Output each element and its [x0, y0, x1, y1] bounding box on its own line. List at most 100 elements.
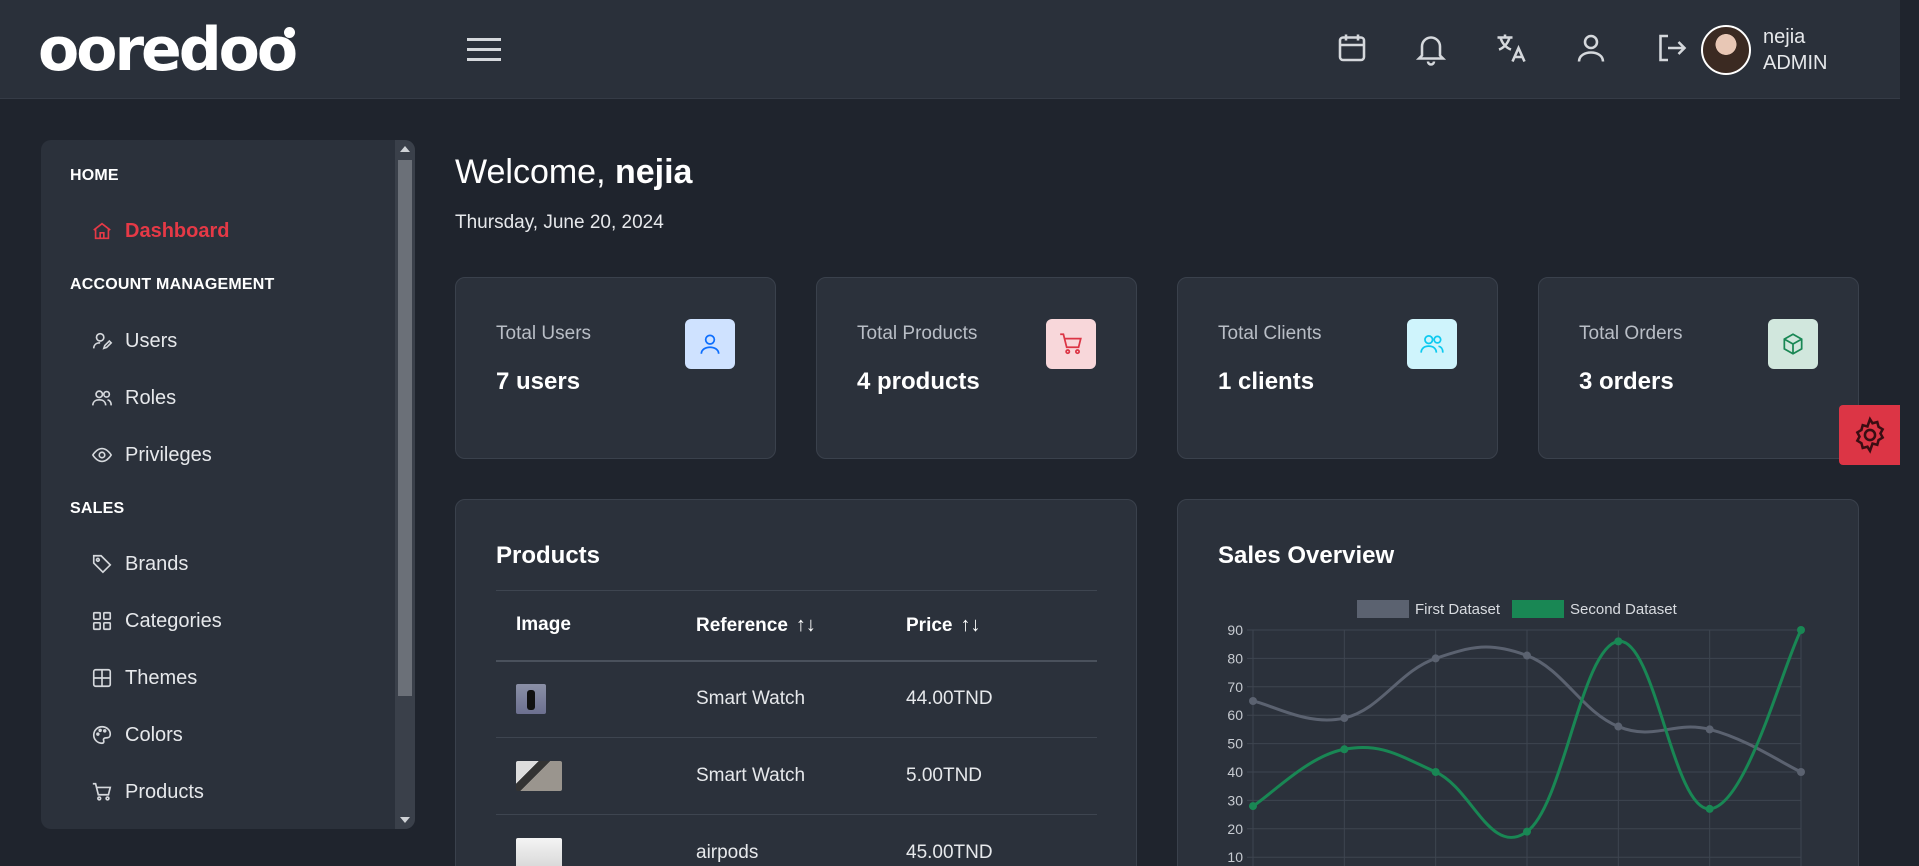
table-row[interactable]: Smart Watch 44.00TND [496, 660, 1097, 738]
sidebar-item-label: Roles [125, 386, 177, 409]
cart-icon [92, 782, 112, 801]
stat-value: 3 orders [1579, 368, 1674, 395]
sidebar-scrollbar[interactable] [395, 140, 415, 829]
data-point [1523, 827, 1531, 836]
scrollbar-thumb[interactable] [398, 160, 412, 696]
data-point [1614, 637, 1623, 646]
sidebar-item-products[interactable]: Products [91, 775, 204, 809]
product-image-cell [496, 737, 676, 815]
product-reference: airpods [676, 814, 886, 866]
product-image-cell [496, 660, 676, 738]
y-tick-label: 30 [1227, 792, 1243, 808]
data-point [1523, 651, 1531, 660]
welcome-prefix: Welcome, [455, 153, 615, 191]
data-point [1614, 722, 1623, 731]
data-point [1249, 697, 1257, 705]
brand-logo[interactable]: ooredoo [38, 18, 298, 82]
products-title: Products [496, 542, 601, 569]
bell-icon[interactable] [1413, 30, 1449, 66]
stat-label: Total Orders [1579, 323, 1683, 344]
user-edit-icon [92, 332, 113, 350]
user-name: nejia [1763, 26, 1806, 48]
brand-logo-dot [284, 27, 295, 38]
calendar-icon[interactable] [1334, 30, 1370, 66]
table-icon [92, 668, 112, 688]
eye-icon [91, 447, 113, 463]
product-price: 45.00TND [886, 814, 1097, 866]
data-point [1797, 626, 1805, 634]
column-header-reference[interactable]: Reference ↑↓ [676, 590, 886, 662]
product-thumbnail [516, 761, 562, 791]
stat-label: Total Products [857, 323, 978, 344]
sidebar-item-label: Themes [125, 666, 198, 689]
y-tick-label: 40 [1227, 764, 1243, 780]
sidebar-section-home: HOME [70, 167, 119, 184]
stat-value: 7 users [496, 368, 581, 395]
stat-icon-box [1768, 319, 1818, 369]
cart-icon [1060, 333, 1082, 355]
stat-card-clients: Total Clients 1 clients [1177, 277, 1498, 459]
sidebar-item-roles[interactable]: Roles [91, 381, 176, 415]
scroll-down-arrow-icon[interactable] [400, 817, 410, 823]
table-row[interactable]: airpods 45.00TND [496, 814, 1097, 866]
settings-button[interactable] [1839, 405, 1900, 465]
sort-icon[interactable]: ↑↓ [960, 614, 980, 637]
column-header-price[interactable]: Price ↑↓ [886, 590, 1097, 662]
sidebar-item-label: Users [125, 329, 178, 352]
stat-icon-box [1407, 319, 1457, 369]
stat-label: Total Clients [1218, 323, 1322, 344]
page-title: Welcome, nejia [455, 153, 692, 192]
sidebar-item-dashboard[interactable]: Dashboard [91, 214, 229, 248]
sidebar: HOME Dashboard ACCOUNT MANAGEMENT Users … [41, 140, 415, 829]
products-card: Products Image Reference ↑↓ Price ↑↓ Smart… [455, 499, 1137, 866]
product-reference: Smart Watch [676, 737, 886, 815]
sidebar-item-label: Privileges [125, 443, 212, 466]
sidebar-item-privileges[interactable]: Privileges [91, 438, 212, 472]
stat-value: 1 clients [1218, 368, 1315, 395]
sidebar-item-label: Brands [125, 552, 189, 575]
y-tick-label: 70 [1227, 679, 1243, 695]
user-icon[interactable] [1573, 30, 1609, 66]
data-point [1705, 725, 1714, 734]
sales-overview-card: Sales Overview First Dataset Second Data… [1177, 499, 1859, 866]
stat-card-users: Total Users 7 users [455, 277, 776, 459]
grid-icon [92, 611, 112, 631]
sidebar-item-categories[interactable]: Categories [91, 604, 222, 638]
current-date: Thursday, June 20, 2024 [455, 212, 664, 233]
logout-icon[interactable] [1653, 30, 1689, 66]
stat-card-orders: Total Orders 3 orders [1538, 277, 1859, 459]
stat-icon-box [1046, 319, 1096, 369]
user-icon [700, 334, 720, 354]
product-price: 44.00TND [886, 660, 1097, 738]
product-image-cell [496, 814, 676, 866]
y-tick-label: 80 [1227, 650, 1243, 666]
palette-icon [93, 725, 112, 745]
tag-icon [92, 554, 112, 574]
sidebar-section-account-management: ACCOUNT MANAGEMENT [70, 276, 275, 293]
users-icon [1420, 335, 1444, 353]
product-price: 5.00TND [886, 737, 1097, 815]
data-point [1431, 654, 1440, 663]
table-row[interactable]: Smart Watch 5.00TND [496, 737, 1097, 815]
sidebar-item-themes[interactable]: Themes [91, 661, 197, 695]
y-tick-label: 50 [1227, 736, 1243, 752]
product-thumbnail [516, 838, 562, 866]
product-thumbnail [516, 684, 546, 715]
sales-line-chart: 10 20 30 40 50 60 70 80 90 [1227, 622, 1805, 866]
top-bar: ooredoo nejia ADMIN [0, 0, 1900, 99]
sidebar-item-label: Categories [125, 609, 222, 632]
sort-icon[interactable]: ↑↓ [796, 614, 816, 637]
sidebar-item-users[interactable]: Users [91, 324, 177, 358]
scroll-up-arrow-icon[interactable] [400, 146, 410, 152]
sidebar-item-brands[interactable]: Brands [91, 547, 188, 581]
translate-icon[interactable] [1493, 30, 1529, 66]
menu-icon[interactable] [467, 34, 501, 64]
y-tick-label: 90 [1227, 622, 1243, 638]
data-point [1797, 768, 1805, 776]
sidebar-item-colors[interactable]: Colors [91, 718, 183, 752]
avatar[interactable] [1701, 25, 1751, 75]
data-point [1249, 802, 1257, 811]
sidebar-item-label: Dashboard [125, 219, 230, 242]
gear-icon [1855, 416, 1884, 454]
data-point [1340, 714, 1349, 723]
